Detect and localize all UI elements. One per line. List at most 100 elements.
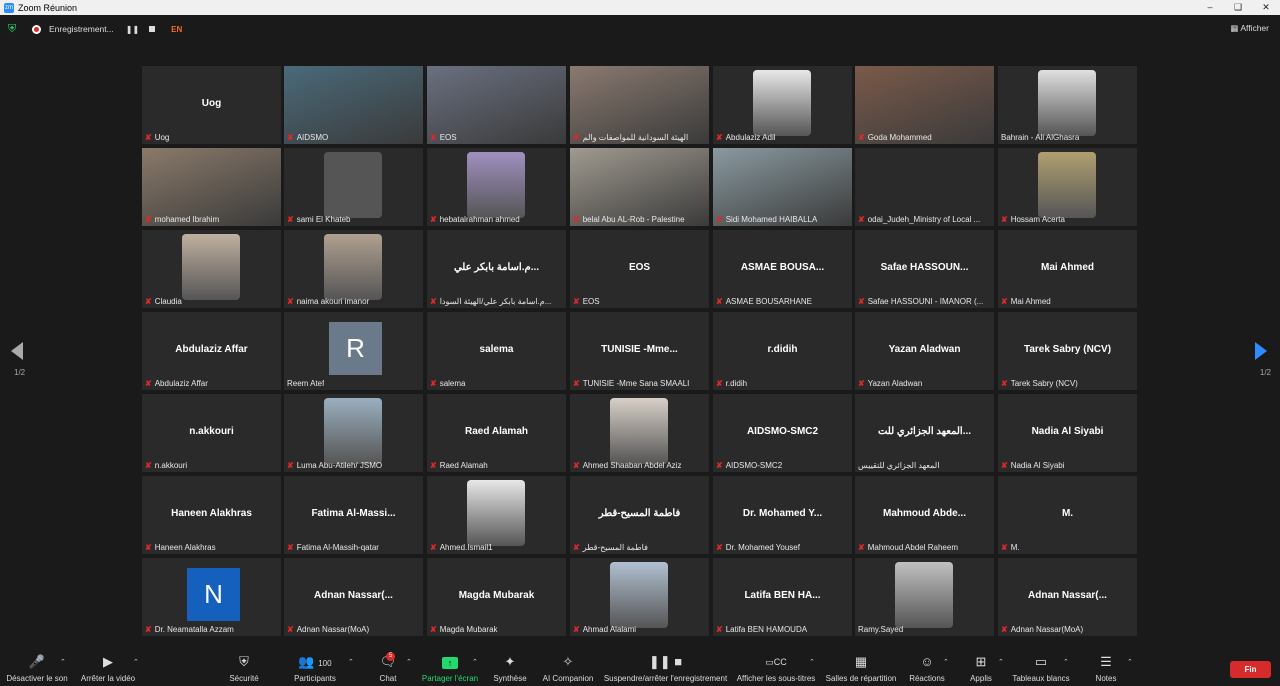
participant-tile[interactable]: ✘ AIDSMO	[284, 66, 423, 144]
apps-button[interactable]: ⊞ Applis	[965, 654, 997, 683]
participant-tile[interactable]: ✘ Goda Mohammed	[855, 66, 994, 144]
participant-name-label: ✘ Abdulaziz Adil	[716, 133, 776, 142]
participant-name: ASMAE BOUSARHANE	[725, 297, 812, 306]
participant-tile[interactable]: ✘ Sidi Mohamed HAIBALLA	[713, 148, 852, 226]
participant-tile[interactable]: ✘ odai_Judeh_Ministry of Local ...	[855, 148, 994, 226]
participant-tile[interactable]: Haneen Alakhras ✘ Haneen Alakhras	[142, 476, 281, 554]
participant-tile[interactable]: ✘ الهيئة السودانية للمواصفات والم	[570, 66, 709, 144]
shield-icon[interactable]: ⛨	[8, 23, 18, 35]
mute-button[interactable]: 🎤 Désactiver le son	[6, 654, 68, 683]
breakout-rooms-button[interactable]: ▦ Salles de répartition	[824, 654, 898, 683]
view-button[interactable]: ▦ Afficher	[1230, 23, 1269, 34]
reactions-options-caret[interactable]: ⌃	[943, 658, 949, 666]
participant-tile[interactable]: Fatima Al-Massi... ✘ Fatima Al-Massih-qata…	[284, 476, 423, 554]
participant-name: sami El Khateb	[296, 215, 351, 224]
participant-tile[interactable]: ✘ mohamed Ibrahim	[142, 148, 281, 226]
participant-tile[interactable]: Adnan Nassar(... ✘ Adnan Nassar(MoA)	[284, 558, 423, 636]
participant-tile[interactable]: R Reem Atef	[284, 312, 423, 390]
participant-tile[interactable]: Mahmoud Abde... ✘ Mahmoud Abdel Raheem	[855, 476, 994, 554]
participant-tile[interactable]: Nadia Al Siyabi ✘ Nadia Al Siyabi	[998, 394, 1137, 472]
pause-stop-recording-button[interactable]: ❚❚ ■ Suspendre/arrêter l'enregistrement	[603, 654, 728, 683]
reactions-button[interactable]: ☺ Réactions	[907, 654, 947, 683]
participant-tile[interactable]: ✘ Abdulaziz Adil	[713, 66, 852, 144]
participant-tile[interactable]: ASMAE BOUSA... ✘ ASMAE BOUSARHANE	[713, 230, 852, 308]
mute-options-caret[interactable]: ⌃	[60, 658, 66, 666]
participant-name: Uog	[154, 133, 170, 142]
participant-tile[interactable]: Tarek Sabry (NCV) ✘ Tarek Sabry (NCV)	[998, 312, 1137, 390]
participant-tile[interactable]: Safae HASSOUN... ✘ Safae HASSOUNI - IMANOR…	[855, 230, 994, 308]
recording-icon	[32, 24, 41, 34]
participant-tile[interactable]: ✘ EOS	[427, 66, 566, 144]
participant-tile[interactable]: Raed Alamah ✘ Raed Alamah	[427, 394, 566, 472]
security-button[interactable]: ⛨ Sécurité	[224, 654, 264, 683]
participant-tile[interactable]: ✘ Ahmad Alalami	[570, 558, 709, 636]
participant-tile[interactable]: M. ✘ M.	[998, 476, 1137, 554]
participant-tile[interactable]: Ramy.Sayed	[855, 558, 994, 636]
captions-button[interactable]: ▭CC Afficher les sous-titres	[736, 654, 816, 683]
participant-tile[interactable]: ✘ Hossam Acerta	[998, 148, 1137, 226]
participant-tile[interactable]: م.اسامة بابكر علي... ✘ م.اسامة بابكر علي/ا…	[427, 230, 566, 308]
captions-options-caret[interactable]: ⌃	[809, 658, 815, 666]
participant-tile[interactable]: EOS ✘ EOS	[570, 230, 709, 308]
muted-microphone-icon: ✘	[1001, 297, 1008, 306]
share-options-caret[interactable]: ⌃	[472, 658, 478, 666]
chat-options-caret[interactable]: ⌃	[406, 658, 412, 666]
prev-page-arrow-icon[interactable]	[11, 342, 23, 360]
muted-microphone-icon: ✘	[1001, 543, 1008, 552]
stop-recording-button[interactable]	[149, 26, 156, 32]
participant-tile[interactable]: Abdulaziz Affar ✘ Abdulaziz Affar	[142, 312, 281, 390]
summary-button[interactable]: ✦ Synthèse	[490, 654, 530, 683]
muted-microphone-icon: ✘	[716, 461, 723, 470]
participant-display-name: ASMAE BOUSA...	[740, 262, 825, 273]
participant-tile[interactable]: TUNISIE -Mme... ✘ TUNISIE -Mme Sana SMAALI	[570, 312, 709, 390]
participants-button[interactable]: 👥 100 Participants	[290, 654, 340, 683]
participant-name: mohamed Ibrahim	[154, 215, 220, 224]
notes-options-caret[interactable]: ⌃	[1127, 658, 1133, 666]
participant-tile[interactable]: المعهد الجزائري للت... المعهد الجزائري لل…	[855, 394, 994, 472]
chat-button[interactable]: 🗨 5 Chat	[372, 652, 404, 683]
language-button[interactable]: EN	[171, 25, 182, 34]
apps-options-caret[interactable]: ⌃	[998, 658, 1004, 666]
participant-display-name: TUNISIE -Mme...	[601, 344, 678, 355]
participant-tile[interactable]: n.akkouri ✘ n.akkouri	[142, 394, 281, 472]
participant-tile[interactable]: Yazan Aladwan ✘ Yazan Aladwan	[855, 312, 994, 390]
participant-tile[interactable]: فاطمة المسيح-قطر ✘ فاطمة المسيح-قطر	[570, 476, 709, 554]
participant-tile[interactable]: ✘ Luma Abu-Atileh/ JSMO	[284, 394, 423, 472]
participant-tile[interactable]: ✘ Ahmed Shaaban Abdel Aziz	[570, 394, 709, 472]
participant-tile[interactable]: Dr. Mohamed Y... ✘ Dr. Mohamed Yousef	[713, 476, 852, 554]
participant-tile[interactable]: Magda Mubarak ✘ Magda Mubarak	[427, 558, 566, 636]
stop-video-button[interactable]: ▶ Arrêter la vidéo	[78, 654, 138, 683]
participant-tile[interactable]: ✘ sami El Khateb	[284, 148, 423, 226]
close-button[interactable]: ✕	[1252, 0, 1280, 15]
participant-tile[interactable]: ✘ Ahmed.Ismail1	[427, 476, 566, 554]
share-screen-button[interactable]: ↑ Partager l'écran	[421, 654, 479, 683]
end-meeting-button[interactable]: Fin	[1230, 661, 1271, 678]
participants-options-caret[interactable]: ⌃	[348, 658, 354, 666]
participant-name: Luma Abu-Atileh/ JSMO	[296, 461, 383, 470]
participant-tile[interactable]: Mai Ahmed ✘ Mai Ahmed	[998, 230, 1137, 308]
pause-recording-button[interactable]: ❚❚	[126, 25, 139, 34]
participant-tile[interactable]: Bahrain - Ali AlGhasra	[998, 66, 1137, 144]
maximize-button[interactable]: ❑	[1224, 0, 1252, 15]
ai-companion-button[interactable]: ✧ AI Companion	[540, 654, 596, 683]
next-page-arrow-icon[interactable]	[1255, 342, 1267, 360]
participant-tile[interactable]: Latifa BEN HA... ✘ Latifa BEN HAMOUDA	[713, 558, 852, 636]
participant-tile[interactable]: Adnan Nassar(... ✘ Adnan Nassar(MoA)	[998, 558, 1137, 636]
participant-tile[interactable]: N ✘ Dr. Neamatalla Azzam	[142, 558, 281, 636]
minimize-button[interactable]: –	[1196, 0, 1224, 15]
participant-tile[interactable]: ✘ Claudia	[142, 230, 281, 308]
participant-tile[interactable]: ✘ naima akouri imanor	[284, 230, 423, 308]
notes-button[interactable]: ☰ Notes	[1090, 654, 1122, 683]
video-options-caret[interactable]: ⌃	[133, 658, 139, 666]
participant-tile[interactable]: ✘ hebatalrahman ahmed	[427, 148, 566, 226]
participant-tile[interactable]: Uog ✘ Uog	[142, 66, 281, 144]
participants-count: 100	[318, 659, 332, 668]
participant-tile[interactable]: salema ✘ salema	[427, 312, 566, 390]
summary-icon: ✦	[504, 654, 516, 669]
participant-name-label: ✘ odai_Judeh_Ministry of Local ...	[858, 215, 980, 224]
participant-tile[interactable]: ✘ belal Abu AL-Rob - Palestine	[570, 148, 709, 226]
participant-tile[interactable]: AIDSMO-SMC2 ✘ AIDSMO-SMC2	[713, 394, 852, 472]
participant-tile[interactable]: r.didih ✘ r.didih	[713, 312, 852, 390]
participant-name-label: Ramy.Sayed	[858, 625, 903, 634]
whiteboards-options-caret[interactable]: ⌃	[1063, 658, 1069, 666]
